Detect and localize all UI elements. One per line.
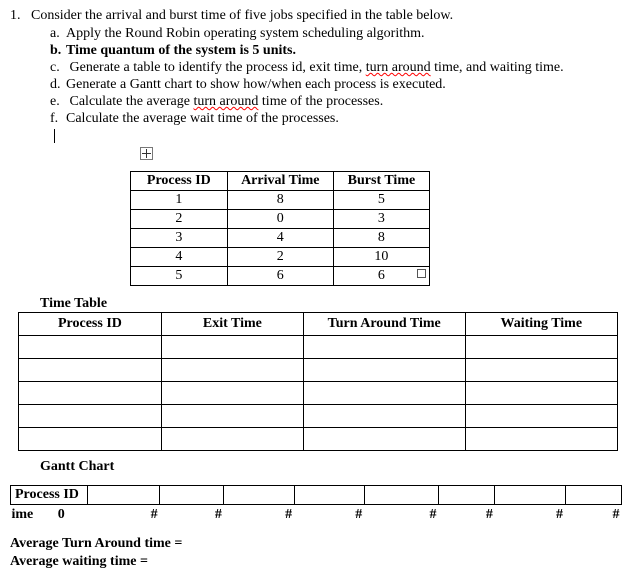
gantt-mark: # xyxy=(613,507,620,522)
gantt-mark: # xyxy=(355,507,362,522)
col-header-burst: Burst Time xyxy=(333,172,429,191)
gantt-time-label: ime xyxy=(12,507,34,522)
question-number: 1. xyxy=(10,8,21,23)
tt-header-exit: Exit Time xyxy=(161,313,303,336)
gantt-mark: # xyxy=(151,507,158,522)
sub-item-list: a.Apply the Round Robin operating system… xyxy=(50,26,622,169)
gantt-title: Gantt Chart xyxy=(40,459,622,475)
tt-header-pid: Process ID xyxy=(19,313,162,336)
cell-arrival: 0 xyxy=(227,210,333,229)
table-resize-handle-icon[interactable] xyxy=(417,269,426,278)
gantt-mark: # xyxy=(215,507,222,522)
text-cursor xyxy=(54,129,55,143)
cell-pid: 5 xyxy=(131,267,228,286)
item-c-wavy: turn around xyxy=(366,60,431,75)
item-d: Generate a Gantt chart to show how/when … xyxy=(66,77,446,92)
cell-burst: 5 xyxy=(333,191,429,210)
table-row xyxy=(19,382,618,405)
item-e-post: time of the processes. xyxy=(258,94,383,109)
gantt-mark: # xyxy=(285,507,292,522)
item-c-post: time, and waiting time. xyxy=(431,60,564,75)
cell-arrival: 4 xyxy=(227,229,333,248)
item-b: Time quantum of the system is 5 units. xyxy=(66,43,296,58)
cell-burst: 3 xyxy=(333,210,429,229)
cell-arrival: 6 xyxy=(227,267,333,286)
cell-burst: 6 xyxy=(333,267,429,286)
item-e-pre: Calculate the average xyxy=(70,94,194,109)
time-table-title: Time Table xyxy=(40,296,622,312)
gantt-mark: # xyxy=(486,507,493,522)
gantt-chart: Process ID ime 0 # # # # # # # # xyxy=(10,485,622,524)
table-row: 348 xyxy=(131,229,430,248)
table-row: 203 xyxy=(131,210,430,229)
table-row: 4210 xyxy=(131,248,430,267)
table-row xyxy=(19,336,618,359)
cell-burst: 10 xyxy=(333,248,429,267)
avg-wait-label: Average waiting time = xyxy=(10,554,622,570)
table-row xyxy=(19,428,618,451)
table-move-handle-icon[interactable] xyxy=(140,147,153,160)
cell-pid: 3 xyxy=(131,229,228,248)
cell-arrival: 8 xyxy=(227,191,333,210)
cell-pid: 1 xyxy=(131,191,228,210)
col-header-arrival: Arrival Time xyxy=(227,172,333,191)
item-f: Calculate the average wait time of the p… xyxy=(66,111,339,126)
table-row xyxy=(19,405,618,428)
question-prompt: 1. Consider the arrival and burst time o… xyxy=(10,8,622,24)
tt-header-tat: Turn Around Time xyxy=(303,313,465,336)
item-e-wavy: turn around xyxy=(193,94,258,109)
table-row: 566 xyxy=(131,267,430,286)
gantt-mark: # xyxy=(429,507,436,522)
cell-pid: 2 xyxy=(131,210,228,229)
gantt-mark: # xyxy=(556,507,563,522)
cell-pid: 4 xyxy=(131,248,228,267)
question-text: Consider the arrival and burst time of f… xyxy=(31,8,453,23)
cell-burst: 8 xyxy=(333,229,429,248)
avg-tat-label: Average Turn Around time = xyxy=(10,536,622,552)
col-header-pid: Process ID xyxy=(131,172,228,191)
item-c-pre: Generate a table to identify the process… xyxy=(70,60,366,75)
gantt-row-label: Process ID xyxy=(11,486,88,505)
gantt-start: 0 xyxy=(58,507,65,522)
input-data-table: Process ID Arrival Time Burst Time 185 2… xyxy=(130,171,430,286)
cell-arrival: 2 xyxy=(227,248,333,267)
table-row xyxy=(19,359,618,382)
time-table: Process ID Exit Time Turn Around Time Wa… xyxy=(18,312,618,451)
item-a: Apply the Round Robin operating system s… xyxy=(66,26,425,41)
tt-header-wait: Waiting Time xyxy=(465,313,617,336)
table-row: 185 xyxy=(131,191,430,210)
